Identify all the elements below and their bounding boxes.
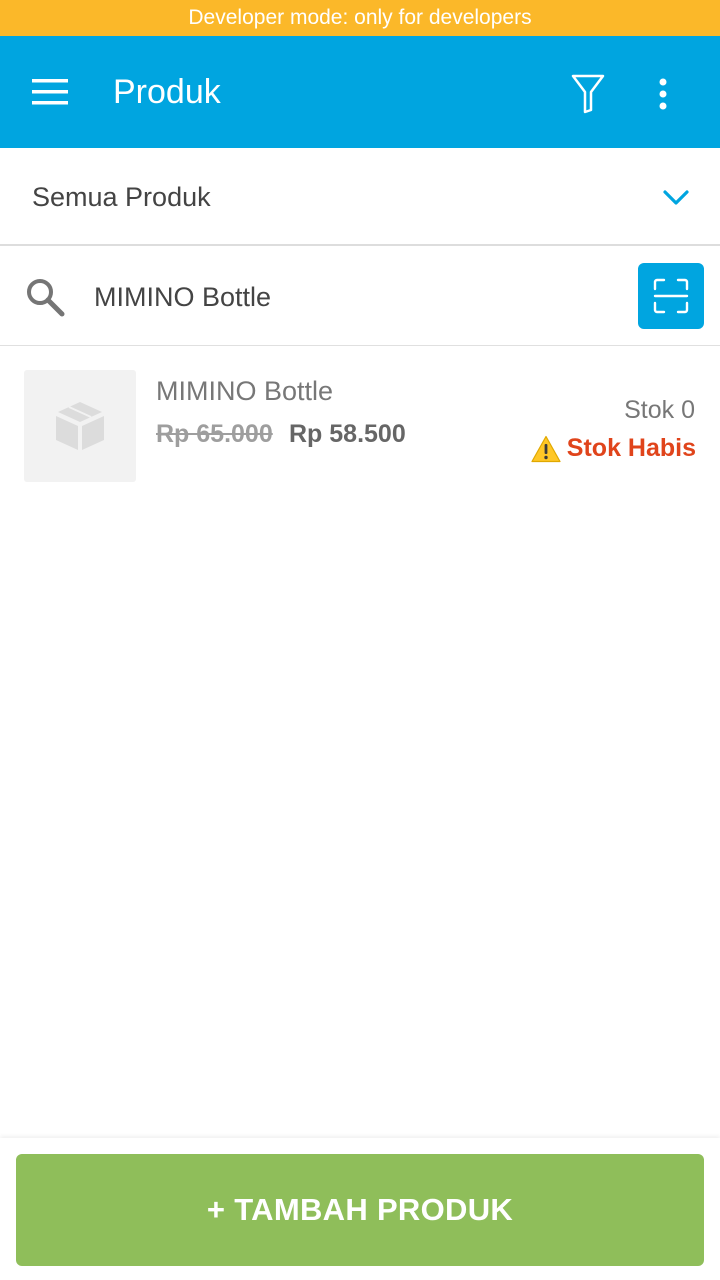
product-stock-count: Stok 0 [624,396,695,424]
search-icon [22,274,68,320]
developer-mode-banner: Developer mode: only for developers [0,0,720,36]
developer-mode-text: Developer mode: only for developers [188,6,532,29]
category-dropdown[interactable]: Semua Produk [0,148,720,246]
category-selected-label: Semua Produk [32,182,211,212]
barcode-scan-icon [653,278,689,314]
stock-status-text: Stok Habis [566,434,696,462]
add-product-button[interactable]: + TAMBAH PRODUK [16,1154,704,1266]
more-vertical-icon [659,78,667,110]
stock-status-badge: Stok Habis [531,434,696,463]
product-original-price: Rp 65.000 [156,420,273,448]
warning-icon [531,435,561,463]
product-name: MIMINO Bottle [156,376,334,406]
product-image [24,370,136,482]
app-bar: Produk [0,36,720,148]
product-box-icon [56,402,104,450]
product-list-item[interactable]: MIMINO Bottle Rp 65.000 Rp 58.500 Stok 0… [0,346,720,506]
search-bar [0,246,720,346]
bottom-action-area: + TAMBAH PRODUK [0,1138,720,1280]
barcode-scan-button[interactable] [638,263,704,329]
filter-button[interactable] [562,68,614,120]
page-title: Produk [113,73,221,111]
chevron-down-icon [656,178,696,218]
filter-funnel-icon [571,74,605,114]
hamburger-menu-icon [32,79,68,105]
menu-button[interactable] [22,68,78,116]
more-options-button[interactable] [640,68,686,120]
search-input[interactable] [94,276,614,318]
product-price: Rp 58.500 [289,420,406,448]
